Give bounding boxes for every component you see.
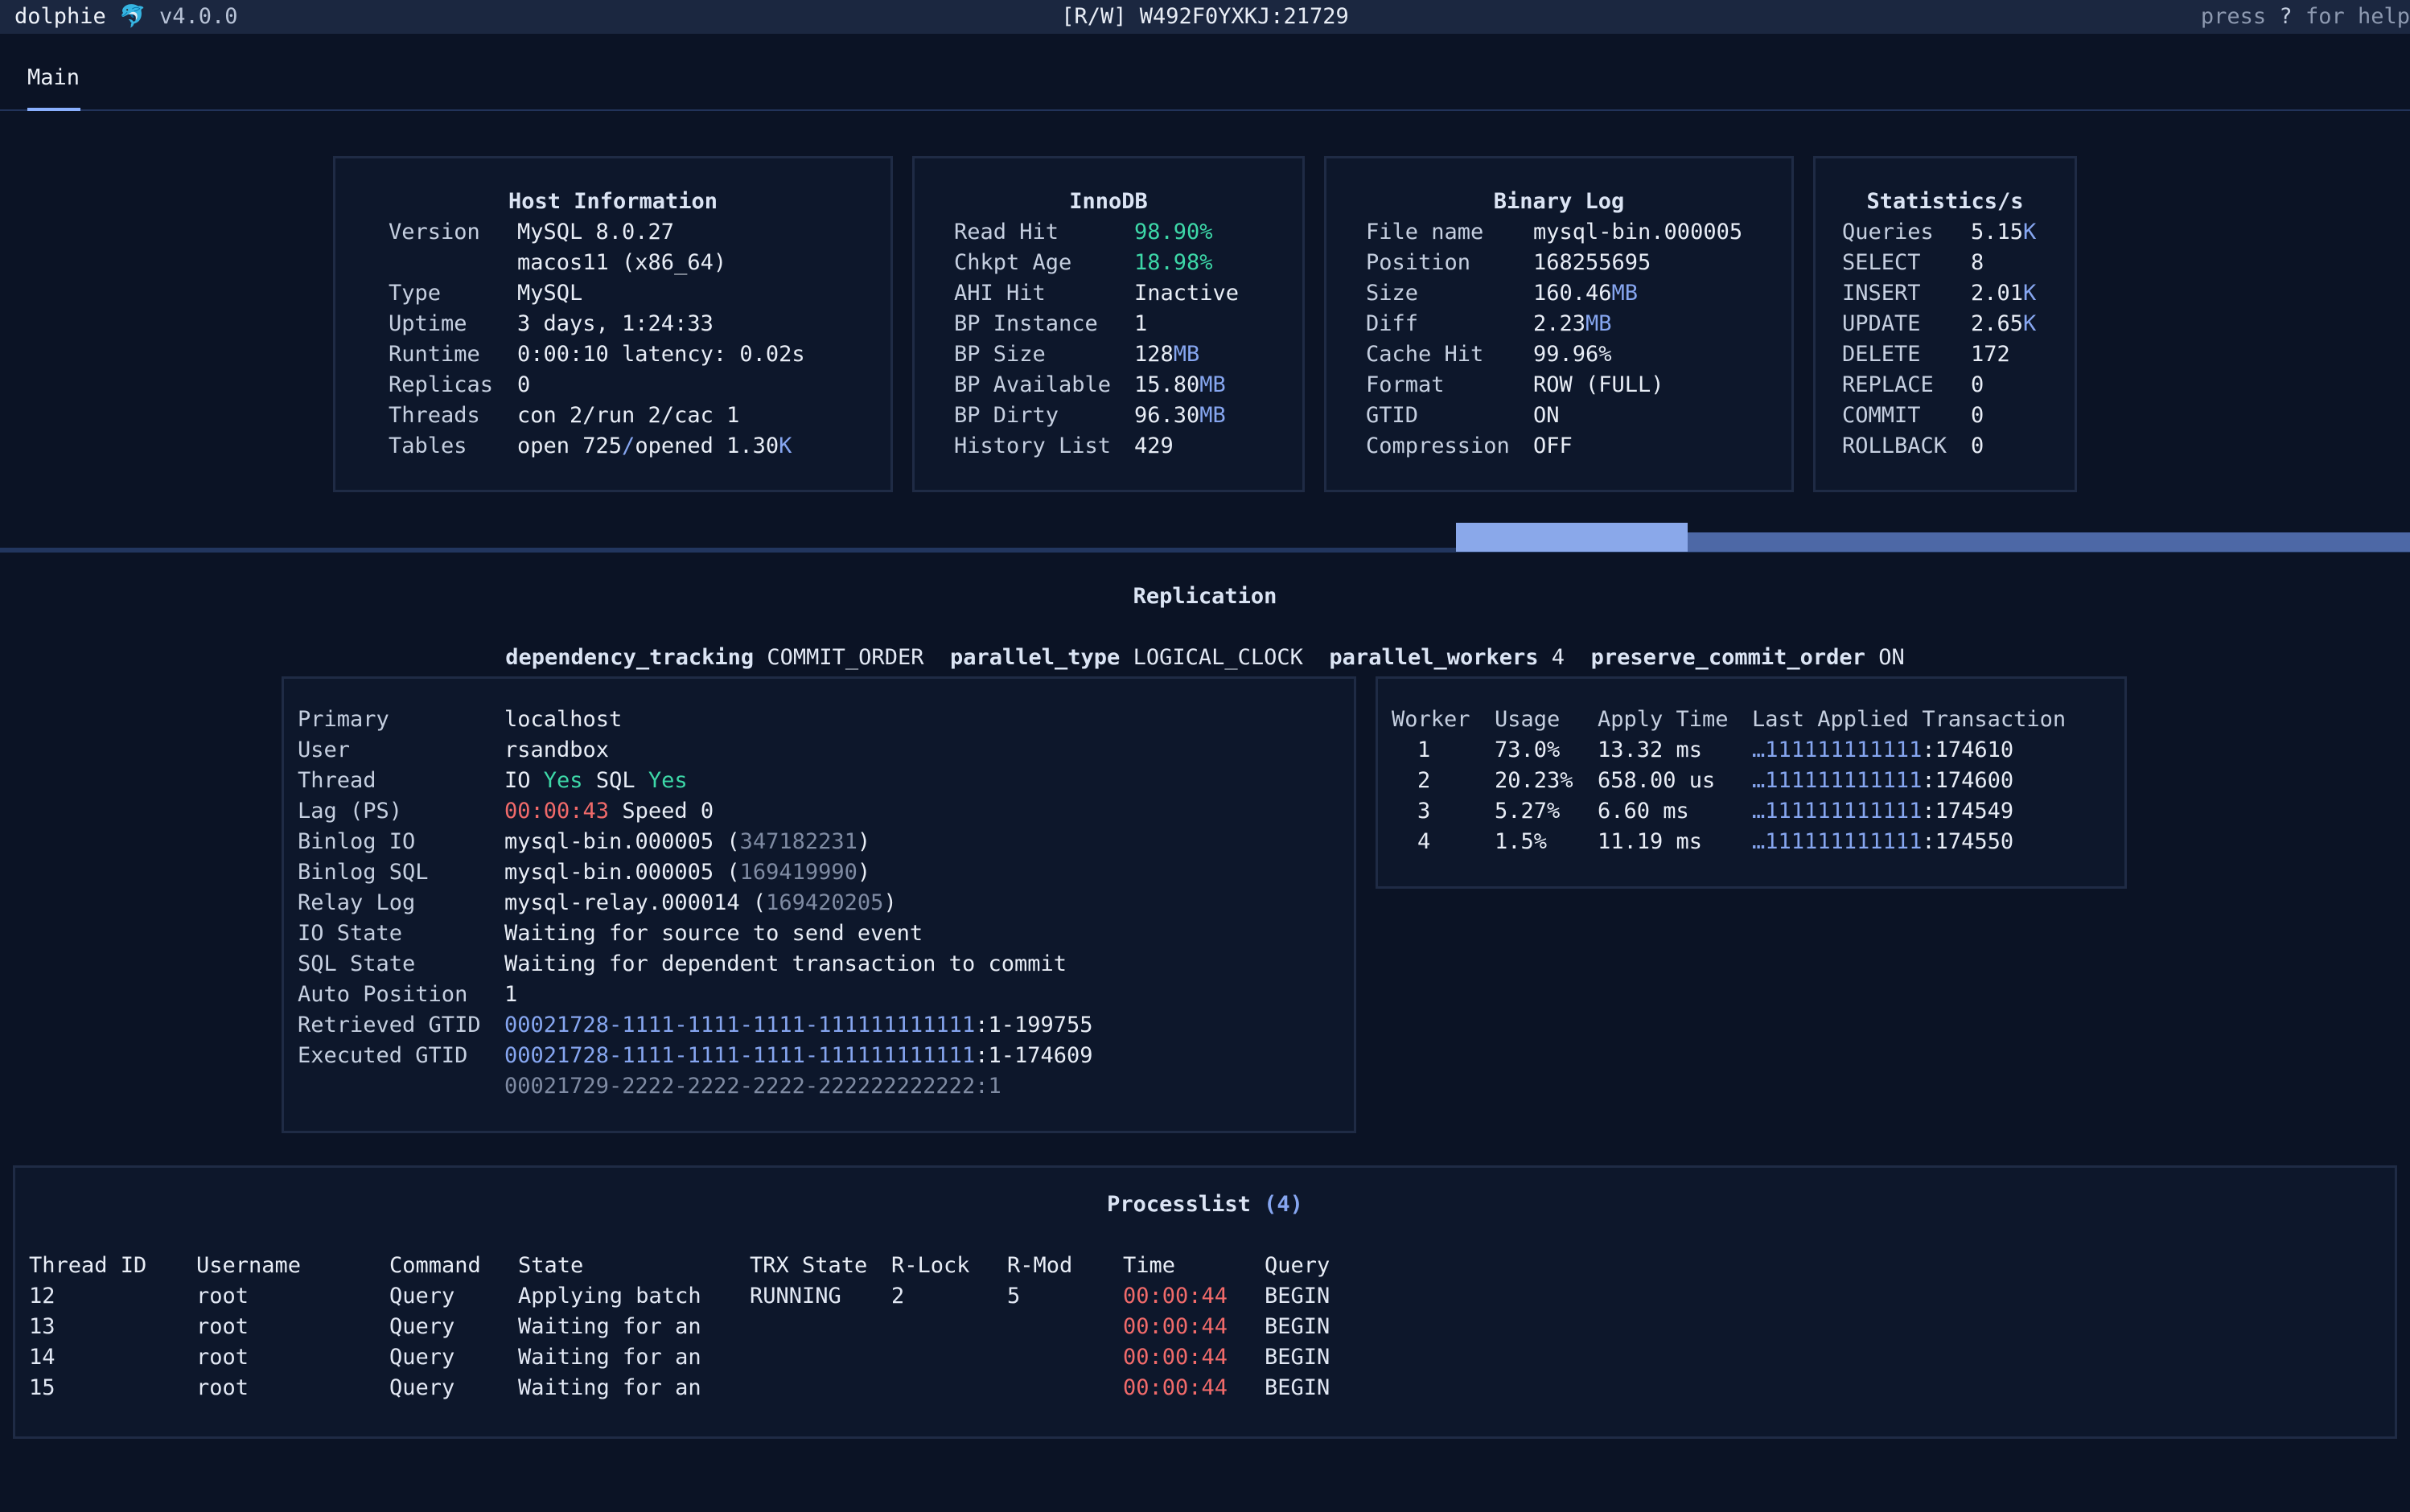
processlist-panel: Processlist (4) Thread ID Username Comma… [13,1165,2397,1439]
processlist-table: Thread ID Username Command State TRX Sta… [29,1251,1330,1403]
repl-row: Thread IO Yes SQL Yes [298,768,688,793]
repl-row: 00021729-2222-2222-2222-222222222222:1 [504,1074,1001,1099]
innodb-row: AHI Hit Inactive [954,281,1240,306]
dolphin-icon: 🐬 [119,4,146,29]
help-key[interactable]: ? [2279,4,2292,29]
scrollbar-thumb[interactable] [1456,523,1688,552]
help-hint: press ? for help [2200,4,2410,29]
stats-row: DELETE 172 [1842,342,2010,367]
binlog-row: Format ROW (FULL) [1366,372,1664,397]
innodb-row: BP Instance 1 [954,311,1148,336]
panel-title: InnoDB [1069,189,1148,214]
worker-row: 4 1.5% 11.19 ms …111111111111:174550 [1417,829,2014,854]
replication-params: dependency_tracking COMMIT_ORDER paralle… [505,645,1905,670]
innodb-row: Read Hit 98.90% [954,220,1213,244]
tab-active-indicator [27,108,80,111]
stats-row: Queries 5.15K [1842,220,2037,244]
stats-table: Queries 5.15K SELECT 8 INSERT 2.01K UPDATE 2… [1842,217,2036,462]
binary-log-panel: Binary Log File name mysql-bin.000005 Pos… [1324,156,1794,492]
repl-row: Primary localhost [298,707,623,732]
repl-row: IO State Waiting for source to send event [298,921,923,946]
innodb-row: BP Dirty 96.30MB [954,403,1226,428]
host-title: [R/W] W492F0YXKJ:21729 [1061,4,1349,29]
worker-row: 1 73.0% 13.32 ms …111111111111:174610 [1417,738,2014,762]
repl-row: Lag (PS) 00:00:43 Speed 0 [298,799,714,824]
app-version: v4.0.0 [158,4,238,29]
replication-status-table: Primary localhost User rsandbox Thread IO Y… [298,705,1093,1102]
host-info-table: Version MySQL 8.0.27 macos11 (x86_64) Typ… [389,217,805,462]
processlist-title: Processlist (4) [1107,1192,1303,1217]
process-row[interactable]: 13 root Query Waiting for an 00:00:44 BEGIN [29,1312,1330,1342]
repl-row: Binlog SQL mysql-bin.000005 (169419990) [298,860,871,885]
app-title: dolphie 🐬 v4.0.0 [14,2,238,32]
repl-row: Executed GTID 00021728-1111-1111-1111-111… [298,1043,1093,1068]
info-row: Runtime 0:00:10 latency: 0.02s [389,342,805,367]
innodb-row: Chkpt Age 18.98% [954,250,1213,275]
repl-row: Binlog IO mysql-bin.000005 (347182231) [298,829,871,854]
tab-main[interactable]: Main [27,63,80,93]
info-row: Version MySQL 8.0.27 [389,220,675,244]
stats-row: REPLACE 0 [1842,372,1984,397]
binlog-row: Compression OFF [1366,433,1573,458]
binlog-row: Cache Hit 99.96% [1366,342,1612,367]
workers-header: Worker Usage Apply Time Last Applied Tra… [1392,707,2067,732]
column-header[interactable]: R-Lock [891,1251,1007,1281]
innodb-row: BP Available 15.80MB [954,372,1226,397]
replication-workers-panel: Worker Usage Apply Time Last Applied Tra… [1376,676,2127,889]
processlist-count: 4 [1277,1192,1290,1217]
stats-row: SELECT 8 [1842,250,1984,275]
info-row: Type MySQL [389,281,583,306]
binlog-table: File name mysql-bin.000005 Position 168255… [1366,217,1742,462]
stats-row: ROLLBACK 0 [1842,433,1984,458]
process-row[interactable]: 14 root Query Waiting for an 00:00:44 BEGIN [29,1342,1330,1373]
info-row: macos11 (x86_64) [517,250,727,275]
info-row: Replicas 0 [389,372,531,397]
innodb-panel: InnoDB Read Hit 98.90% Chkpt Age 18.98% AH… [912,156,1305,492]
column-header[interactable]: Username [196,1251,389,1281]
info-row: Threads con 2/run 2/cac 1 [389,403,740,428]
column-header[interactable]: Thread ID [29,1251,196,1281]
binlog-row: Position 168255695 [1366,250,1651,275]
innodb-row: History List 429 [954,433,1174,458]
app-name: dolphie [14,4,106,29]
process-row[interactable]: 15 root Query Waiting for an 00:00:44 BEGIN [29,1373,1330,1403]
statistics-panel: Statistics/s Queries 5.15K SELECT 8 INSERT… [1813,156,2077,492]
repl-row: Auto Position 1 [298,982,518,1007]
stats-row: COMMIT 0 [1842,403,1984,428]
repl-row: Retrieved GTID 00021728-1111-1111-1111-11… [298,1013,1093,1037]
panel-title: Host Information [508,189,718,214]
info-row: Uptime 3 days, 1:24:33 [389,311,714,336]
info-row: Tables open 725/opened 1.30K [389,433,792,458]
column-header[interactable]: TRX State [750,1251,891,1281]
panel-title: Statistics/s [1866,189,2024,214]
innodb-table: Read Hit 98.90% Chkpt Age 18.98% AHI Hit In… [954,217,1239,462]
column-header[interactable]: State [518,1251,750,1281]
worker-row: 2 20.23% 658.00 us …111111111111:174600 [1417,768,2014,793]
stats-row: UPDATE 2.65K [1842,311,2037,336]
binlog-row: Size 160.46MB [1366,281,1639,306]
processlist-header: Thread ID Username Command State TRX Sta… [29,1251,1330,1281]
stats-row: INSERT 2.01K [1842,281,2037,306]
repl-row: Relay Log mysql-relay.000014 (169420205) [298,890,897,915]
column-header[interactable]: Command [389,1251,518,1281]
binlog-row: File name mysql-bin.000005 [1366,220,1743,244]
column-header[interactable]: Time [1123,1251,1265,1281]
tabs-divider [0,109,2410,111]
workers-table: Worker Usage Apply Time Last Applied Tra… [1392,705,2066,857]
repl-row: User rsandbox [298,738,610,762]
worker-row: 3 5.27% 6.60 ms …111111111111:174549 [1417,799,2014,824]
host-information-panel: Host Information Version MySQL 8.0.27 mac… [333,156,893,492]
innodb-row: BP Size 128MB [954,342,1200,367]
column-header[interactable]: Query [1265,1251,1330,1281]
replication-title: Replication [1133,584,1277,609]
binlog-row: GTID ON [1366,403,1560,428]
panel-title: Binary Log [1493,189,1625,214]
column-header[interactable]: R-Mod [1007,1251,1123,1281]
replication-status-panel: Primary localhost User rsandbox Thread IO Y… [282,676,1356,1133]
repl-row: SQL State Waiting for dependent transacti… [298,951,1067,976]
header-bar: [R/W] W492F0YXKJ:21729 dolphie 🐬 v4.0.0 … [0,0,2410,34]
scrollbar-track[interactable] [1688,532,2410,552]
process-row[interactable]: 12 root Query Applying batch RUNNING 2 5 00:00:… [29,1281,1330,1312]
binlog-row: Diff 2.23MB [1366,311,1612,336]
